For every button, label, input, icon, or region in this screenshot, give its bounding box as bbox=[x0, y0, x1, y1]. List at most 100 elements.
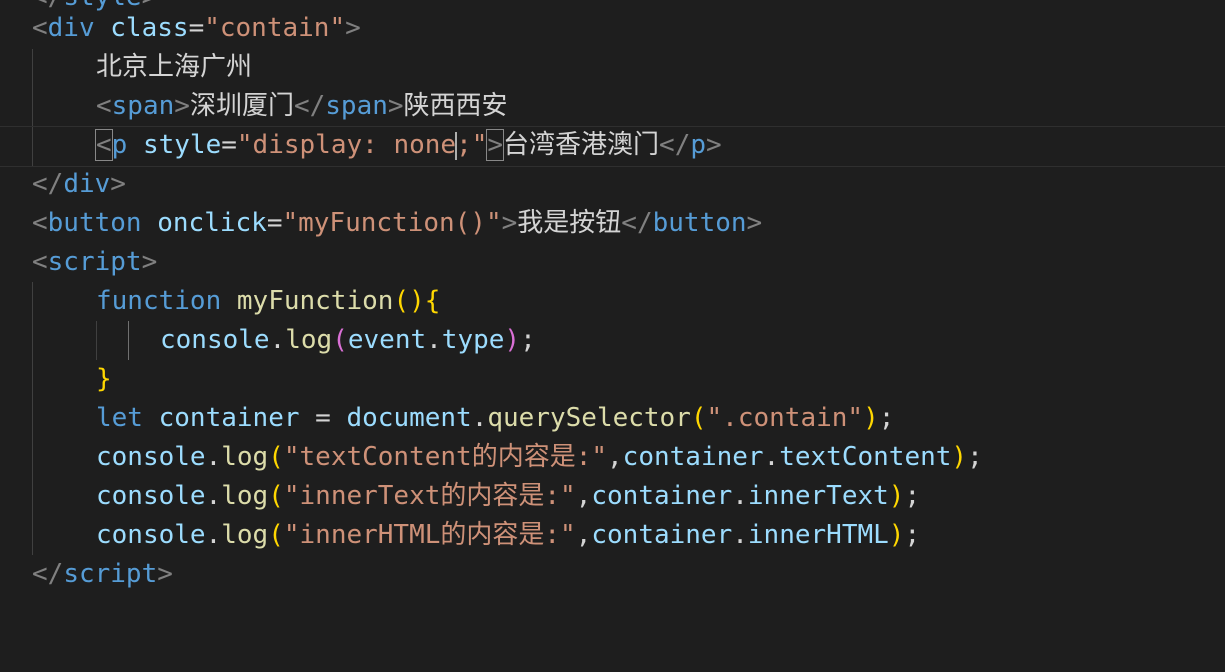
tag-close-bracket: > bbox=[141, 247, 158, 277]
dot: . bbox=[732, 520, 748, 550]
tag-open-bracket: < bbox=[32, 208, 48, 238]
tag-name: p bbox=[690, 130, 707, 160]
code-line-1: <div class="contain"> bbox=[0, 9, 1225, 48]
paren-open: ( bbox=[268, 520, 284, 550]
identifier: event bbox=[347, 325, 427, 355]
code-line-14: console.log("innerHTML的内容是:",container.i… bbox=[0, 516, 1225, 555]
tag-end-open: </ bbox=[621, 208, 653, 238]
tag-close-bracket: > bbox=[110, 169, 126, 199]
dot: . bbox=[205, 520, 222, 550]
code-line-10: } bbox=[0, 360, 1225, 399]
code-editor[interactable]: </style> <div class="contain"> 北京上海广州 <s… bbox=[0, 0, 1225, 596]
code-line-8: function myFunction(){ bbox=[0, 282, 1225, 321]
string: "innerHTML的内容是:" bbox=[283, 520, 576, 550]
brace-close: } bbox=[96, 364, 112, 394]
string: ".contain" bbox=[706, 403, 864, 433]
semicolon: ; bbox=[904, 481, 921, 511]
semicolon: ; bbox=[878, 403, 895, 433]
paren-open: ( bbox=[690, 403, 707, 433]
tag-name: script bbox=[63, 559, 158, 589]
string: "innerText的内容是:" bbox=[283, 481, 576, 511]
identifier: container bbox=[591, 481, 733, 511]
dot: . bbox=[732, 481, 748, 511]
text-content: 深圳厦门 bbox=[189, 91, 294, 121]
code-line-13: console.log("innerText的内容是:",container.i… bbox=[0, 477, 1225, 516]
tag-close-bracket: > bbox=[501, 208, 518, 238]
tag-end-open: </ bbox=[293, 91, 326, 121]
tag-open-bracket: < bbox=[96, 91, 112, 121]
identifier: container bbox=[158, 403, 300, 433]
code-line-9: console.log(event.type); bbox=[0, 321, 1225, 360]
tag-close-bracket: > bbox=[746, 208, 763, 238]
tag-end-open: </ bbox=[32, 559, 64, 589]
text-content: 陕西西安 bbox=[403, 91, 508, 121]
tag-close-bracket: > bbox=[706, 130, 722, 160]
attr-eq: = bbox=[188, 13, 205, 43]
identifier: container bbox=[622, 442, 764, 472]
text-content: 北京上海广州 bbox=[96, 52, 253, 82]
tag-open-bracket: < bbox=[32, 247, 48, 277]
identifier: document bbox=[346, 403, 472, 433]
attr-name: class bbox=[110, 13, 189, 43]
code-line-6: <button onclick="myFunction()">我是按钮</but… bbox=[0, 204, 1225, 243]
dot: . bbox=[471, 403, 488, 433]
paren-close: ) bbox=[863, 403, 879, 433]
semicolon: ; bbox=[904, 520, 921, 550]
comma: , bbox=[607, 442, 623, 472]
text-content: 我是按钮 bbox=[517, 208, 622, 238]
tag-close-bracket: > bbox=[387, 91, 404, 121]
attr-eq: = bbox=[266, 208, 283, 238]
dot: . bbox=[205, 442, 222, 472]
code-line-15: </script> bbox=[0, 555, 1225, 594]
paren-open: ( bbox=[332, 325, 348, 355]
tag-end-open: </ bbox=[659, 130, 691, 160]
attr-name: onclick bbox=[157, 208, 267, 238]
string: "textContent的内容是:" bbox=[283, 442, 608, 472]
property: innerHTML bbox=[747, 520, 889, 550]
dot: . bbox=[763, 442, 780, 472]
function-name: myFunction bbox=[236, 286, 394, 316]
tag-name: script bbox=[47, 247, 142, 277]
paren-close: ) bbox=[951, 442, 968, 472]
semicolon: ; bbox=[967, 442, 983, 472]
brace-open: { bbox=[424, 286, 441, 316]
tag-close-bracket: > bbox=[345, 13, 361, 43]
property: type bbox=[441, 325, 505, 355]
attr-value-part2: ;" bbox=[456, 130, 488, 160]
tag-close-bracket: > bbox=[174, 91, 190, 121]
semicolon: ; bbox=[520, 325, 536, 355]
paren-open: ( bbox=[268, 442, 284, 472]
identifier: console bbox=[96, 442, 206, 472]
property: textContent bbox=[779, 442, 952, 472]
tag-close-bracket: > bbox=[157, 559, 173, 589]
tag-name: span bbox=[325, 91, 388, 121]
method-name: log bbox=[285, 325, 333, 355]
method-name: log bbox=[221, 520, 269, 550]
paren-close: ) bbox=[888, 520, 905, 550]
dot: . bbox=[426, 325, 442, 355]
code-line-11: let container = document.querySelector("… bbox=[0, 399, 1225, 438]
attr-value-part1: "display: none bbox=[236, 130, 457, 160]
keyword: let bbox=[96, 403, 143, 433]
paren-close: ) bbox=[504, 325, 521, 355]
keyword: function bbox=[96, 286, 222, 316]
paren-open: ( bbox=[268, 481, 284, 511]
code-line-2: 北京上海广州 bbox=[0, 48, 1225, 87]
code-line-5: </div> bbox=[0, 165, 1225, 204]
comma: , bbox=[575, 481, 592, 511]
property: innerText bbox=[747, 481, 889, 511]
tag-name: p bbox=[111, 130, 128, 160]
tag-open-bracket: < bbox=[32, 13, 48, 43]
tag-end-open: </ bbox=[32, 169, 64, 199]
tag-name: span bbox=[111, 91, 175, 121]
tag-name: div bbox=[47, 13, 95, 43]
code-line-12: console.log("textContent的内容是:",container… bbox=[0, 438, 1225, 477]
operator: = bbox=[299, 403, 347, 433]
paren: () bbox=[393, 286, 425, 316]
method-name: log bbox=[221, 481, 269, 511]
comma: , bbox=[575, 520, 592, 550]
method-name: querySelector bbox=[487, 403, 691, 433]
tag-name: button bbox=[47, 208, 142, 238]
paren-close: ) bbox=[888, 481, 905, 511]
identifier: console bbox=[96, 481, 206, 511]
